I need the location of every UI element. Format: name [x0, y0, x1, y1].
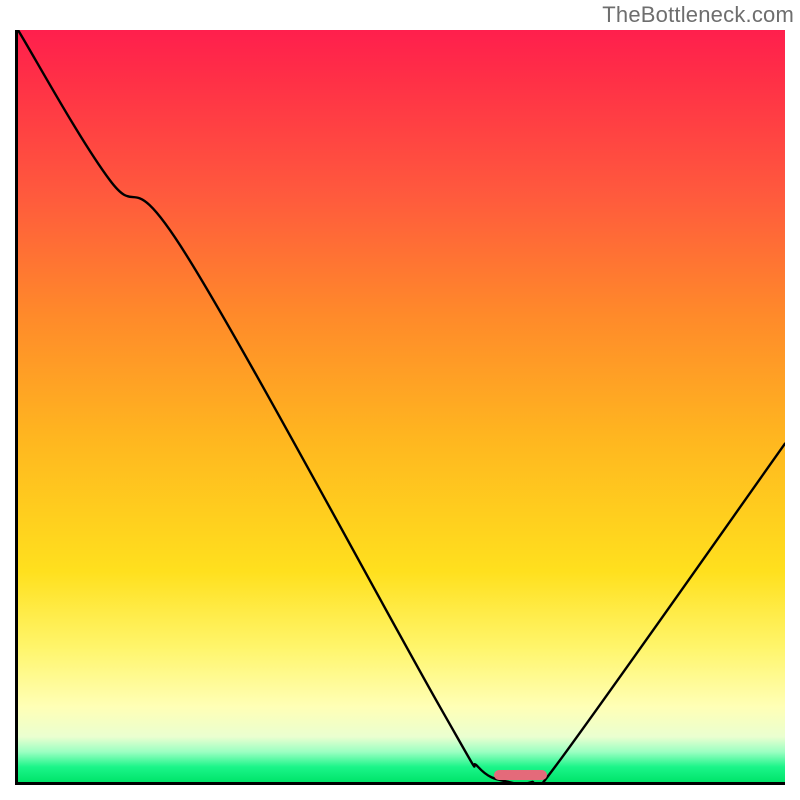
chart-canvas: TheBottleneck.com: [0, 0, 800, 800]
plot-area: [15, 30, 785, 785]
optimal-marker: [494, 770, 548, 780]
watermark-text: TheBottleneck.com: [602, 2, 794, 28]
curve-path: [18, 30, 785, 782]
bottleneck-curve: [18, 30, 785, 782]
